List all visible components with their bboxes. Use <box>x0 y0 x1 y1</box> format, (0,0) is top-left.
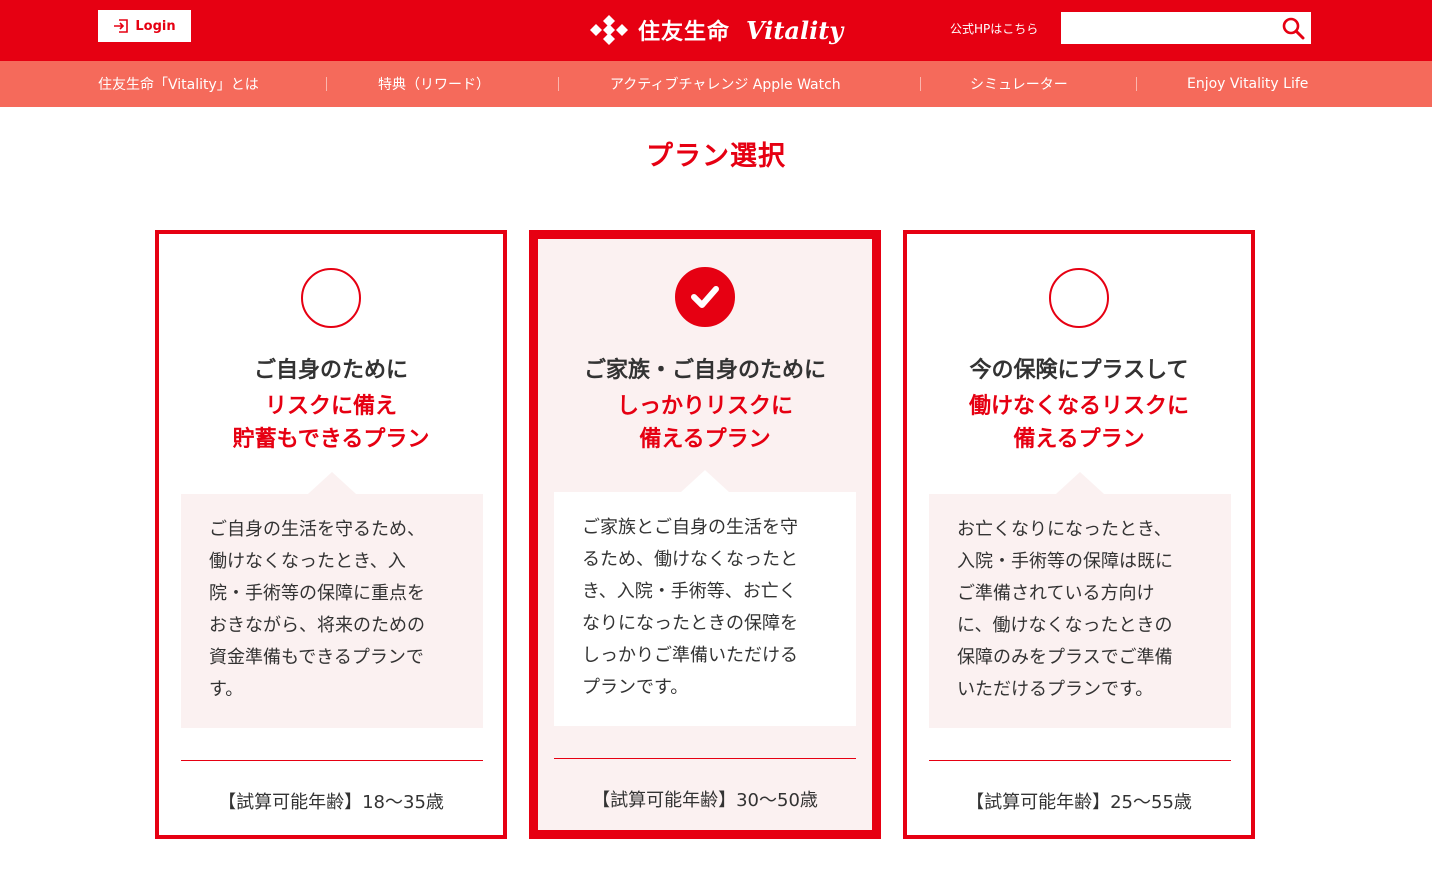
search-icon <box>1282 17 1305 40</box>
sumitomo-logo-icon <box>590 15 628 45</box>
plan-subtitle-line: 貯蓄もできるプラン <box>232 427 430 452</box>
page-title: プラン選択 <box>646 141 786 172</box>
plan-description-line: 働けなくなったとき、入 <box>209 551 406 572</box>
official-site-link[interactable]: 公式HPはこちら <box>950 20 1038 37</box>
plan-subtitle-line: 備えるプラン <box>1013 427 1145 452</box>
plan-description-line: 院・手術等の保障に重点を <box>209 583 425 604</box>
plan-divider <box>554 758 856 759</box>
plan-description: ご家族とご自身の生活を守 るため、働けなくなったと き、入院・手術等、お亡く な… <box>554 470 856 726</box>
plan-age-range: 【試算可能年齢】30〜50歳 <box>592 790 818 811</box>
plan-card-family[interactable]: ご家族・ご自身のために しっかりリスクに 備えるプラン ご家族とご自身の生活を守… <box>529 230 881 839</box>
header-bar: Login 住友生命 Vitality 公式HPはこちら <box>0 0 1432 61</box>
plan-description-line: 資金準備もできるプランで <box>209 647 424 668</box>
search-button[interactable] <box>1279 15 1307 41</box>
plan-card-addon[interactable]: 今の保険にプラスして 働けなくなるリスクに 備えるプラン お亡くなりになったとき… <box>903 230 1255 839</box>
plan-description-line: 入院・手術等の保障は既に <box>957 551 1173 572</box>
plan-age-range: 【試算可能年齢】18〜35歳 <box>218 792 444 813</box>
plan-description-line: ご自身の生活を守るため、 <box>209 519 425 540</box>
nav-item-about[interactable]: 住友生命「Vitality」とは <box>98 61 259 107</box>
plan-divider <box>181 760 483 761</box>
login-icon <box>114 19 129 33</box>
plan-description-line: ご準備されている方向け <box>957 583 1155 604</box>
plan-description-line: き、入院・手術等、お亡く <box>582 581 797 602</box>
nav-separator <box>326 77 327 91</box>
plan-description-line: 保障のみをプラスでご準備 <box>957 647 1173 668</box>
plan-radio[interactable] <box>301 268 361 328</box>
plan-divider <box>929 760 1231 761</box>
plan-description: ご自身の生活を守るため、 働けなくなったとき、入 院・手術等の保障に重点を おき… <box>181 472 483 728</box>
nav-separator <box>1136 77 1137 91</box>
plan-description-line: す。 <box>209 679 244 700</box>
plan-subtitle: 働けなくなるリスクに 備えるプラン <box>907 390 1251 456</box>
plan-radio[interactable] <box>1049 268 1109 328</box>
plan-description-line: なりになったときの保障を <box>582 613 798 634</box>
brand-logo[interactable]: 住友生命 Vitality <box>588 10 843 50</box>
search-input[interactable] <box>1061 12 1273 44</box>
plan-subtitle-line: リスクに備え <box>264 394 397 419</box>
login-label: Login <box>135 18 176 34</box>
plan-description-line: ご家族とご自身の生活を守 <box>582 517 798 538</box>
search-box <box>1061 12 1311 44</box>
plan-description-line: お亡くなりになったとき、 <box>957 519 1172 540</box>
plan-description-line: おきながら、将来のための <box>209 615 425 636</box>
plan-subtitle: リスクに備え 貯蓄もできるプラン <box>159 390 503 456</box>
plan-description-line: いただけるプランです。 <box>957 679 1154 700</box>
plan-description: お亡くなりになったとき、 入院・手術等の保障は既に ご準備されている方向け に、… <box>929 472 1231 728</box>
plan-subtitle-line: しっかりリスクに <box>616 394 793 419</box>
plan-description-line: しっかりご準備いただける <box>582 645 798 666</box>
nav-item-active-challenge[interactable]: アクティブチャレンジ Apple Watch <box>610 61 841 107</box>
login-button[interactable]: Login <box>98 10 191 42</box>
plan-description-line: プランです。 <box>582 677 689 698</box>
plan-subtitle-line: 備えるプラン <box>639 427 771 452</box>
main-nav: 住友生命「Vitality」とは 特典（リワード） アクティブチャレンジ App… <box>0 61 1432 107</box>
nav-item-rewards[interactable]: 特典（リワード） <box>378 61 490 107</box>
plan-heading: ご家族・ご自身のために <box>583 358 826 383</box>
plan-description-line: に、働けなくなったときの <box>957 615 1173 636</box>
plan-age-range: 【試算可能年齢】25〜55歳 <box>966 792 1192 813</box>
plan-radio-selected[interactable] <box>675 267 735 327</box>
nav-item-simulator[interactable]: シミュレーター <box>970 61 1068 107</box>
nav-item-enjoy-life[interactable]: Enjoy Vitality Life <box>1187 61 1308 107</box>
plan-description-line: るため、働けなくなったと <box>582 549 798 570</box>
plan-heading: 今の保険にプラスして <box>969 358 1189 383</box>
brand-name: 住友生命 <box>638 20 731 45</box>
plan-subtitle: しっかりリスクに 備えるプラン <box>538 390 872 456</box>
check-icon <box>691 286 719 308</box>
plan-subtitle-line: 働けなくなるリスクに <box>968 394 1189 419</box>
plan-card-self[interactable]: ご自身のために リスクに備え 貯蓄もできるプラン ご自身の生活を守るため、 働け… <box>155 230 507 839</box>
nav-separator <box>558 77 559 91</box>
brand-sub: Vitality <box>746 15 844 45</box>
nav-separator <box>920 77 921 91</box>
plan-heading: ご自身のために <box>253 358 408 383</box>
